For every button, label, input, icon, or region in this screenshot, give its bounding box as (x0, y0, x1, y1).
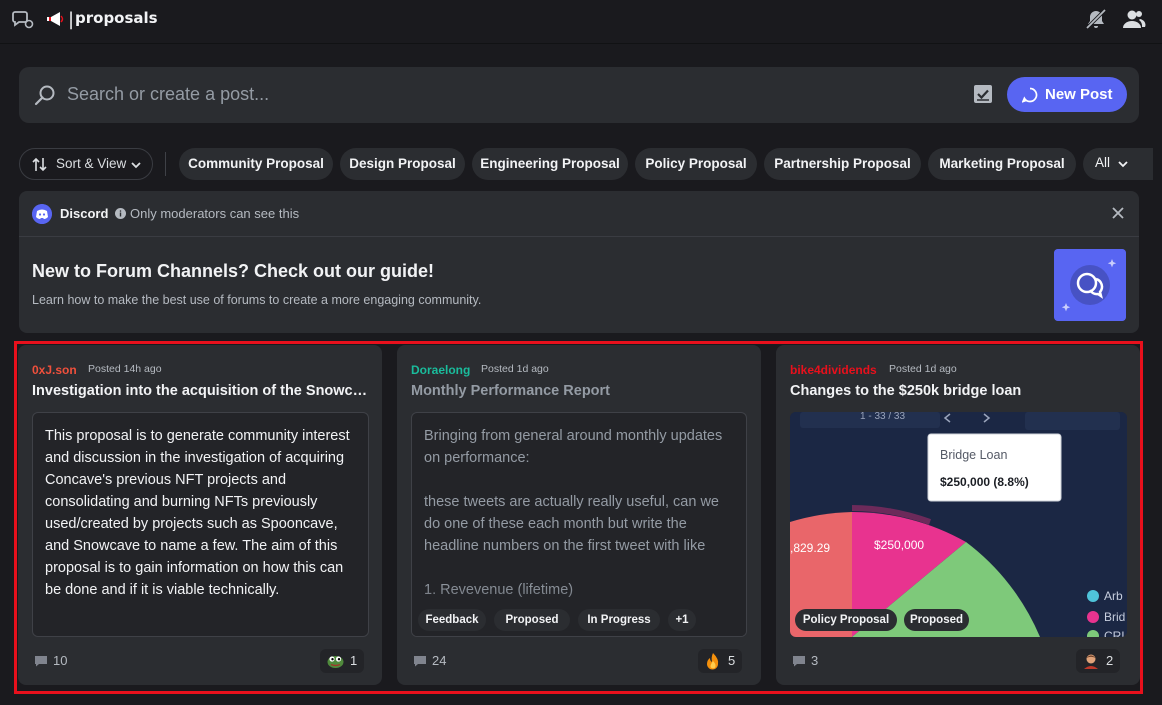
header-separator: | (68, 9, 75, 30)
tooltip-label: Bridge Loan (940, 448, 1007, 462)
legend-item: Arb (1104, 589, 1123, 603)
chevron-down-icon (131, 162, 141, 169)
forum-search-bar[interactable]: Search or create a post... New Post (19, 67, 1139, 123)
notice-source: Discord (60, 206, 109, 221)
announcement-megaphone-icon (47, 12, 64, 26)
pie-slice-label: ,829.29 (790, 541, 830, 555)
comment-count-value: 24 (432, 653, 447, 668)
discord-logo-icon (32, 204, 52, 224)
post-time: Posted 1d ago (481, 363, 549, 375)
tag-filter-engineering-proposal[interactable]: Engineering Proposal (472, 148, 628, 180)
all-tags-label: All (1095, 155, 1111, 170)
post-card[interactable]: 0xJ.son Posted 14h ago Investigation int… (18, 345, 382, 685)
post-tag[interactable]: Proposed (904, 609, 969, 631)
post-time: Posted 1d ago (889, 363, 957, 375)
channel-header: | proposals (0, 0, 1162, 44)
person-emoji-icon (1084, 654, 1098, 669)
post-title[interactable]: Changes to the $250k bridge loan (790, 383, 1128, 399)
sort-and-view-button[interactable]: Sort & View (19, 148, 153, 180)
post-tag[interactable]: In Progress (578, 609, 660, 631)
sort-arrows-icon (32, 157, 47, 172)
fire-emoji-icon (707, 653, 719, 670)
reaction-count: 2 (1106, 653, 1114, 668)
pepe-emoji-icon (327, 656, 344, 668)
pie-chart-screenshot: 1 - 33 / 33 ,829.29 $250,000 Bridge Loan… (790, 412, 1127, 637)
post-body-text: Bringing from general around monthly upd… (424, 428, 723, 598)
checklist-icon[interactable] (972, 83, 994, 105)
comment-count-value: 10 (53, 653, 68, 668)
tooltip-value: $250,000 (8.8%) (940, 475, 1029, 489)
tag-filter-design-proposal[interactable]: Design Proposal (340, 148, 465, 180)
post-author[interactable]: 0xJ.son (32, 363, 77, 377)
comment-icon (35, 656, 47, 667)
close-icon[interactable] (1111, 206, 1125, 220)
member-list-icon[interactable] (1122, 8, 1146, 30)
reaction-pill[interactable]: 1 (320, 649, 364, 673)
post-tag-overflow[interactable]: +1 (668, 609, 696, 631)
tag-filter-bar: Sort & View Community Proposal Design Pr… (19, 148, 1153, 180)
legend-item: Brid (1104, 610, 1125, 624)
notice-header: Discord Only moderators can see this (19, 191, 1139, 237)
forum-guide-notice: Discord Only moderators can see this New… (19, 191, 1139, 333)
post-author[interactable]: Doraelong (411, 363, 470, 377)
post-tag[interactable]: Proposed (494, 609, 570, 631)
moderator-only-text: Only moderators can see this (130, 206, 300, 221)
notice-title: New to Forum Channels? Check out our gui… (32, 261, 435, 281)
pie-slice-label: $250,000 (874, 538, 924, 552)
chevron-down-icon (1118, 161, 1128, 168)
filter-divider (165, 152, 166, 176)
post-body-text: This proposal is to generate community i… (45, 428, 350, 598)
tag-filter-marketing-proposal[interactable]: Marketing Proposal (928, 148, 1076, 180)
tag-filter-community-proposal[interactable]: Community Proposal (179, 148, 333, 180)
notification-mute-icon[interactable] (1084, 8, 1108, 30)
channel-title: proposals (75, 9, 158, 27)
chat-bubble-icon (1022, 87, 1038, 103)
new-post-label: New Post (1045, 86, 1113, 103)
comment-icon (414, 656, 426, 667)
post-tag[interactable]: Policy Proposal (795, 609, 897, 631)
reaction-count: 1 (350, 653, 358, 668)
notice-subtitle: Learn how to make the best use of forums… (32, 293, 482, 307)
post-image[interactable]: 1 - 33 / 33 ,829.29 $250,000 Bridge Loan… (790, 412, 1127, 637)
search-input[interactable]: Search or create a post... (67, 84, 269, 105)
threads-icon[interactable] (12, 9, 34, 29)
new-post-button[interactable]: New Post (1007, 77, 1127, 112)
info-icon (115, 208, 126, 219)
forum-guide-illustration[interactable] (1054, 249, 1126, 321)
post-tag[interactable]: Feedback (418, 609, 486, 631)
reaction-count: 5 (728, 653, 736, 668)
reaction-pill[interactable]: 5 (698, 649, 742, 673)
search-icon (34, 85, 55, 106)
tag-filter-partnership-proposal[interactable]: Partnership Proposal (764, 148, 921, 180)
post-author[interactable]: bike4dividends (790, 363, 877, 377)
legend-item: CRL (1104, 629, 1127, 637)
post-preview[interactable]: Bringing from general around monthly upd… (411, 412, 747, 637)
post-time: Posted 14h ago (88, 363, 162, 375)
post-preview[interactable]: This proposal is to generate community i… (32, 412, 369, 637)
comment-count-value: 3 (811, 653, 819, 668)
pager-text: 1 - 33 / 33 (860, 412, 905, 422)
sort-and-view-label: Sort & View (56, 156, 127, 171)
comment-icon (793, 656, 805, 667)
post-title[interactable]: Monthly Performance Report (411, 383, 749, 399)
post-title[interactable]: Investigation into the acquisition of th… (32, 383, 370, 399)
reaction-pill[interactable]: 2 (1076, 649, 1120, 673)
tag-filter-policy-proposal[interactable]: Policy Proposal (635, 148, 757, 180)
post-card[interactable]: bike4dividends Posted 1d ago Changes to … (776, 345, 1140, 685)
all-tags-dropdown[interactable]: All (1083, 148, 1153, 180)
post-card[interactable]: Doraelong Posted 1d ago Monthly Performa… (397, 345, 761, 685)
